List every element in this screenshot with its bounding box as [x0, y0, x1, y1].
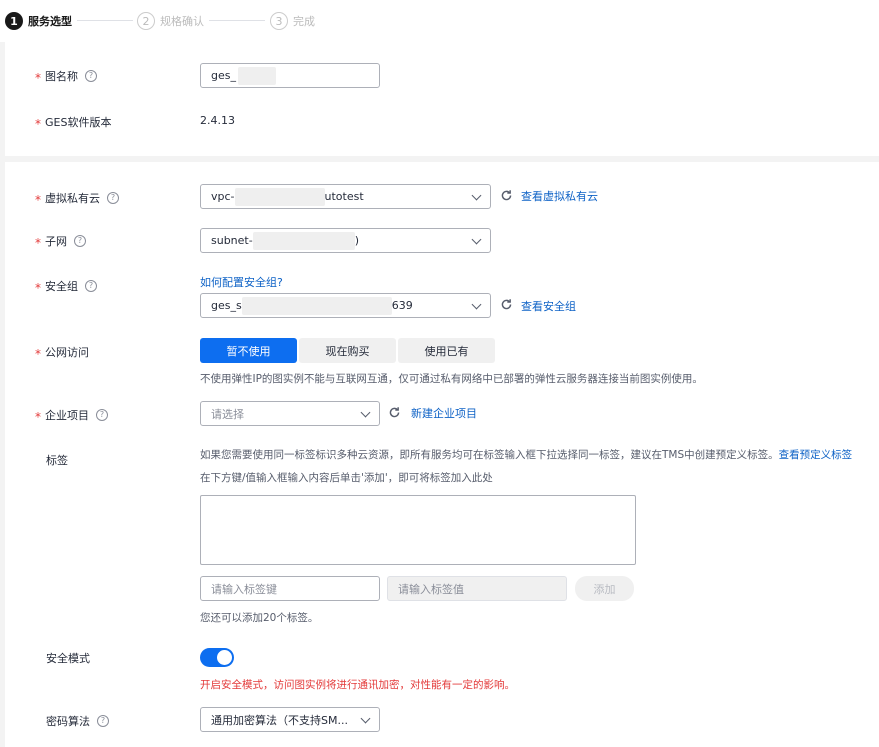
step-complete: 3 完成 — [270, 11, 315, 31]
step-connector — [77, 20, 133, 21]
required-mark: * — [35, 193, 41, 207]
redacted-mask — [234, 187, 325, 206]
graph-name-value: ges_ — [211, 69, 236, 82]
public-access-label-text: 公网访问 — [45, 346, 89, 359]
step-service-selection: 1 服务选型 — [5, 11, 72, 31]
create-enterprise-project-link[interactable]: 新建企业项目 — [411, 405, 477, 421]
enterprise-project-label: * 企业项目 ? — [35, 407, 108, 423]
view-security-group-link[interactable]: 查看安全组 — [521, 298, 576, 314]
required-mark: * — [35, 236, 41, 250]
subnet-label-text: 子网 — [45, 235, 67, 248]
security-mode-toggle[interactable] — [200, 648, 234, 667]
how-to-config-sg-link[interactable]: 如何配置安全组? — [200, 274, 283, 290]
option-not-use[interactable]: 暂不使用 — [200, 338, 297, 363]
vpc-value-prefix: vpc- — [211, 190, 235, 203]
tags-hint-line2: 在下方键/值输入框输入内容后单击'添加'，即可将标签加入此处 — [200, 472, 493, 484]
step-connector — [209, 20, 265, 21]
enterprise-project-label-text: 企业项目 — [45, 409, 89, 422]
help-icon[interactable]: ? — [96, 409, 108, 421]
required-mark: * — [35, 71, 41, 85]
vpc-label: * 虚拟私有云 ? — [35, 190, 119, 206]
option-use-existing[interactable]: 使用已有 — [398, 338, 495, 363]
crypto-algorithm-select[interactable]: 通用加密算法（不支持SM... — [200, 707, 380, 732]
chevron-down-icon — [471, 190, 482, 201]
tag-value-input[interactable]: 请输入标签值 — [387, 576, 567, 601]
step-spec-confirm: 2 规格确认 — [137, 11, 204, 31]
help-icon[interactable]: ? — [85, 280, 97, 292]
sg-value-prefix: ges_s — [211, 299, 242, 312]
tag-key-placeholder: 请输入标签键 — [211, 582, 277, 596]
help-icon[interactable]: ? — [85, 70, 97, 82]
step-label: 规格确认 — [160, 15, 204, 28]
public-access-label: * 公网访问 — [35, 344, 89, 360]
redacted-mask — [252, 231, 355, 250]
vpc-label-text: 虚拟私有云 — [45, 192, 100, 205]
view-predefined-tags-link[interactable]: 查看预定义标签 — [779, 449, 853, 461]
help-icon[interactable]: ? — [74, 235, 86, 247]
redacted-mask — [237, 66, 276, 85]
refresh-icon[interactable] — [388, 406, 401, 419]
public-access-segmented: 暂不使用 现在购买 使用已有 — [200, 338, 497, 363]
subnet-select[interactable]: subnet- ) — [200, 228, 491, 253]
refresh-icon[interactable] — [500, 298, 513, 311]
vpc-value-suffix: utotest — [324, 190, 364, 203]
security-group-label: * 安全组 ? — [35, 278, 97, 294]
add-tag-button[interactable]: 添加 — [575, 576, 634, 601]
tags-display-area — [200, 495, 636, 565]
security-mode-label-text: 安全模式 — [46, 652, 90, 665]
ges-version-value: 2.4.13 — [200, 114, 235, 127]
subnet-value-suffix: ) — [354, 234, 360, 247]
view-vpc-link[interactable]: 查看虚拟私有云 — [521, 188, 598, 204]
basic-info-card: * 图名称 ? ges_ * GES软件版本 2.4.13 — [5, 42, 879, 156]
enterprise-project-placeholder: 请选择 — [211, 407, 244, 421]
vpc-select[interactable]: vpc- utotest — [200, 184, 491, 209]
step-number: 3 — [270, 12, 288, 30]
ges-version-label-text: GES软件版本 — [45, 116, 112, 129]
chevron-down-icon — [471, 234, 482, 245]
steps-bar: 1 服务选型 2 规格确认 3 完成 — [0, 0, 879, 42]
required-mark: * — [35, 281, 41, 295]
graph-name-label-text: 图名称 — [45, 70, 78, 83]
crypto-algorithm-label-text: 密码算法 — [46, 715, 90, 728]
help-icon[interactable]: ? — [107, 192, 119, 204]
tags-hint-text: 如果您需要使用同一标签标识多种云资源，即所有服务均可在标签输入框下拉选择同一标签… — [200, 449, 779, 461]
step-label: 服务选型 — [28, 15, 72, 28]
step-number: 1 — [5, 12, 23, 30]
graph-name-label: * 图名称 ? — [35, 68, 97, 84]
network-config-card: * 虚拟私有云 ? vpc- utotest 查看虚拟私有云 * 子网 ? su… — [5, 162, 879, 747]
tags-label: 标签 — [46, 452, 68, 468]
chevron-down-icon — [360, 713, 371, 724]
tags-hint-line1: 如果您需要使用同一标签标识多种云资源，即所有服务均可在标签输入框下拉选择同一标签… — [200, 447, 852, 462]
graph-name-input[interactable]: ges_ — [200, 63, 380, 88]
crypto-algorithm-label: 密码算法 ? — [46, 713, 109, 729]
crypto-algorithm-value: 通用加密算法（不支持SM... — [211, 713, 348, 727]
security-mode-warning: 开启安全模式，访问图实例将进行通讯加密，对性能有一定的影响。 — [200, 679, 515, 691]
toggle-knob — [217, 650, 232, 665]
required-mark: * — [35, 117, 41, 131]
chevron-down-icon — [360, 407, 371, 418]
tags-remaining: 您还可以添加20个标签。 — [200, 612, 319, 624]
sg-value-suffix: 639 — [391, 299, 413, 312]
tags-label-text: 标签 — [46, 454, 68, 467]
enterprise-project-select[interactable]: 请选择 — [200, 401, 380, 426]
tag-key-input[interactable]: 请输入标签键 — [200, 576, 380, 601]
required-mark: * — [35, 410, 41, 424]
security-group-label-text: 安全组 — [45, 280, 78, 293]
help-icon[interactable]: ? — [97, 715, 109, 727]
step-label: 完成 — [293, 15, 315, 28]
redacted-mask — [241, 296, 392, 315]
public-access-hint: 不使用弹性IP的图实例不能与互联网互通，仅可通过私有网络中已部署的弹性云服务器连… — [200, 373, 703, 385]
step-number: 2 — [137, 12, 155, 30]
ges-version-label: * GES软件版本 — [35, 114, 111, 130]
chevron-down-icon — [471, 299, 482, 310]
subnet-label: * 子网 ? — [35, 233, 86, 249]
security-mode-label: 安全模式 — [46, 650, 90, 666]
refresh-icon[interactable] — [500, 189, 513, 202]
subnet-value-prefix: subnet- — [211, 234, 253, 247]
option-buy-now[interactable]: 现在购买 — [299, 338, 396, 363]
security-group-select[interactable]: ges_s 639 — [200, 293, 491, 318]
required-mark: * — [35, 347, 41, 361]
tag-value-placeholder: 请输入标签值 — [398, 582, 464, 596]
